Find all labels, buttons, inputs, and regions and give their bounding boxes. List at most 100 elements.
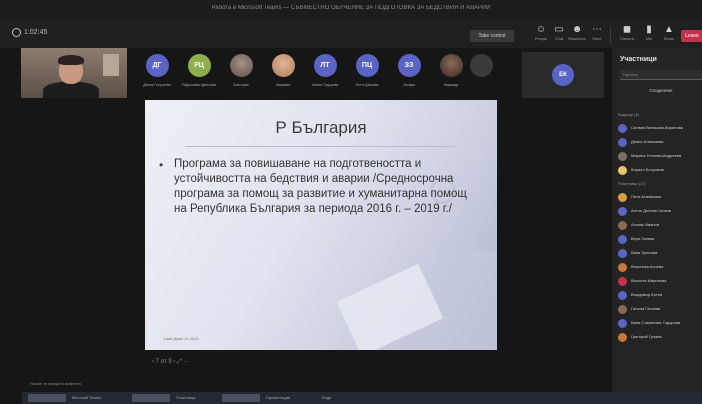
slide-navigation[interactable]: ‹ 7 от 9 › ⤢ ··· xyxy=(152,359,189,366)
list-item[interactable]: Атанас Иванов xyxy=(618,220,702,231)
presenters-header[interactable]: Водещи (4) xyxy=(618,112,639,117)
participant-tile[interactable]: РЦ Радослава Цветкова xyxy=(182,54,216,94)
avatar xyxy=(618,221,627,230)
participant-name: Деяна Георгиева xyxy=(143,83,171,87)
participant-tile[interactable]: ЛТ Лилия Тодорова xyxy=(308,54,342,94)
participant-tile[interactable]: Марийка xyxy=(266,54,300,94)
avatar xyxy=(618,291,627,300)
search-input[interactable]: Търсене xyxy=(620,70,702,80)
avatar: ПЦ xyxy=(355,54,379,77)
avatar-photo xyxy=(229,54,253,77)
window-title: Работа в Microsoft Teams — СЪВМЕСТНО ОБУ… xyxy=(211,5,491,11)
reactions-icon: ☻ xyxy=(571,24,583,35)
avatar: ЗЗ xyxy=(397,54,421,77)
list-item[interactable]: Антон Дончев Чочков xyxy=(618,206,702,217)
avatar xyxy=(618,138,627,147)
clock-icon xyxy=(12,28,21,37)
camera-icon: ◼ xyxy=(622,24,632,35)
participant-name: Марийка xyxy=(275,83,291,87)
status-text: Никой не говори в момента xyxy=(30,381,81,386)
avatar xyxy=(618,193,627,202)
more-icon: ⋯ xyxy=(592,24,602,35)
list-item[interactable]: Вера Ганева xyxy=(618,234,702,245)
slide-footer: Сава Дамс 21 2021 xyxy=(163,336,199,341)
self-video[interactable] xyxy=(21,48,127,98)
list-item[interactable]: Марина Генчева-Андреева xyxy=(618,151,702,162)
participant-tile[interactable]: ПЦ Петя Цанкова xyxy=(350,54,384,94)
taskbar-item[interactable]: Edge xyxy=(322,395,331,400)
participant-name: Петя Цанкова xyxy=(355,83,379,87)
taskbar-item[interactable]: Презентация xyxy=(266,395,290,400)
slide-title: Р България xyxy=(275,118,367,137)
leave-button[interactable]: Leave xyxy=(681,30,702,42)
list-item[interactable]: Вероника Колева xyxy=(618,262,702,273)
participant-name: Лилия Тодорова xyxy=(311,83,339,87)
list-item[interactable]: Виолета Маринова xyxy=(618,276,702,287)
avatar xyxy=(618,249,627,258)
participant-name: Захари xyxy=(403,83,415,87)
panel-title: Участници xyxy=(620,56,657,63)
participant-strip: ДГ Деяна Георгиева РЦ Радослава Цветкова… xyxy=(140,54,500,96)
taskbar: Microsoft Teams Участници Презентация Ed… xyxy=(22,392,702,404)
attendees-header[interactable]: Участници (17) xyxy=(618,181,646,186)
avatar: ЕК xyxy=(552,64,574,86)
participant-tile[interactable]: Виктория xyxy=(224,54,258,94)
camera-button[interactable]: ◼ Camera xyxy=(616,24,638,46)
more-button[interactable]: ⋯ More xyxy=(586,24,608,46)
avatar: ЛТ xyxy=(313,54,337,77)
share-button[interactable]: ▲ Share xyxy=(658,24,680,46)
share-icon: ▲ xyxy=(664,24,674,35)
list-item[interactable]: Деяна Алексиева xyxy=(618,137,702,148)
participant-tile[interactable]: Надежда xyxy=(434,54,468,94)
avatar xyxy=(618,235,627,244)
avatar xyxy=(618,152,627,161)
take-control-button[interactable]: Take control xyxy=(470,30,514,42)
participant-name: Виктория xyxy=(233,83,249,87)
more-participants-button[interactable] xyxy=(470,54,493,77)
meeting-timer: 1:02:45 xyxy=(24,29,48,36)
bullet-icon: • xyxy=(159,158,164,172)
participant-name: Радослава Цветкова xyxy=(182,83,216,87)
taskbar-thumbnail[interactable] xyxy=(222,394,260,402)
avatar xyxy=(618,277,627,286)
slide-bullet-text: Програма за повишаване на подготвеността… xyxy=(174,158,467,215)
wall-picture xyxy=(103,54,119,76)
list-item[interactable]: Петя Атанасова xyxy=(618,192,702,203)
list-item[interactable]: Кирилл Ботушков xyxy=(618,165,702,176)
list-item[interactable]: Владимир Ботев xyxy=(618,290,702,301)
slide-divider xyxy=(185,146,457,147)
participants-panel: Участници Търсене Споделяне Водещи (4) С… xyxy=(612,48,702,404)
avatar: РЦ xyxy=(187,54,211,77)
avatar-photo xyxy=(271,54,295,77)
taskbar-item[interactable]: Microsoft Teams xyxy=(72,395,101,400)
meeting-toolbar: 1:02:45 Take control ☺ People ▭ Chat ☻ Reac… xyxy=(0,20,702,48)
mic-button[interactable]: ▮ Mic xyxy=(638,24,660,46)
taskbar-thumbnail[interactable] xyxy=(132,394,170,402)
list-item[interactable]: Григорий Гулаев xyxy=(618,332,702,343)
avatar xyxy=(618,124,627,133)
avatar xyxy=(618,263,627,272)
participant-tile[interactable]: ЗЗ Захари xyxy=(392,54,426,94)
avatar xyxy=(618,333,627,342)
list-item[interactable]: Силвия Великова-Кирилова xyxy=(618,123,702,134)
speaker-tile[interactable]: ЕК xyxy=(522,52,604,98)
taskbar-thumbnail[interactable] xyxy=(28,394,66,402)
list-item[interactable]: Галина Ганчева xyxy=(618,304,702,315)
avatar xyxy=(618,319,627,328)
shared-slide: Р България • Програма за повишаване на п… xyxy=(145,100,497,350)
participant-tile[interactable]: ДГ Деяна Георгиева xyxy=(140,54,174,94)
avatar xyxy=(618,305,627,314)
avatar-photo xyxy=(439,54,463,77)
avatar xyxy=(618,166,627,175)
person-body xyxy=(43,82,99,98)
participant-name: Надежда xyxy=(443,83,459,87)
avatar xyxy=(618,207,627,216)
reactions-button[interactable]: ☻ Reactions xyxy=(566,24,588,46)
taskbar-item[interactable]: Участници xyxy=(176,395,196,400)
share-invite-button[interactable]: Споделяне xyxy=(620,86,702,96)
window-title-bar: Работа в Microsoft Teams — СЪВМЕСТНО ОБУ… xyxy=(0,0,702,20)
avatar: ДГ xyxy=(145,54,169,77)
list-item[interactable]: Ваня Хранова xyxy=(618,248,702,259)
list-item[interactable]: Ваня Стаматова Тодорова xyxy=(618,318,702,329)
toolbar-divider xyxy=(610,26,611,44)
